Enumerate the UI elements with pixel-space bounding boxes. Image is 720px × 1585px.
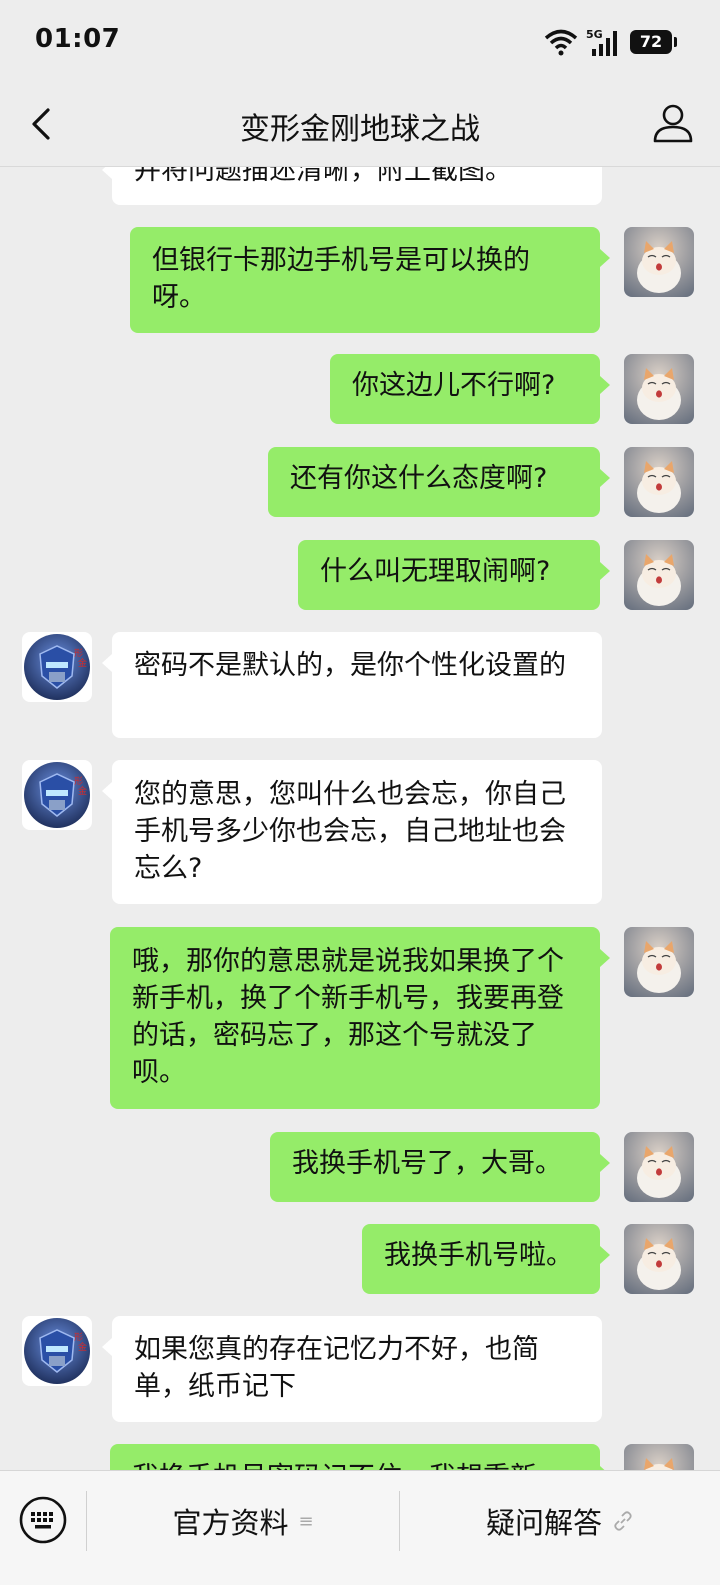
person-icon[interactable] (650, 100, 696, 146)
svg-text:形: 形 (74, 1331, 83, 1343)
avatar[interactable] (624, 1224, 694, 1294)
battery-icon: 72 (630, 30, 677, 54)
svg-text:形: 形 (74, 775, 83, 787)
message-bubble-outgoing[interactable]: 还有你这什么态度啊? (268, 447, 610, 517)
robot-avatar-icon: 形金 (22, 1316, 92, 1386)
keyboard-icon[interactable] (18, 1495, 68, 1545)
cat-avatar-icon (624, 927, 694, 997)
avatar[interactable]: 形金 (22, 1316, 92, 1386)
robot-avatar-icon: 形金 (22, 632, 92, 702)
avatar[interactable]: 形金 (22, 632, 92, 702)
status-icons: 5G 72 (544, 26, 677, 58)
menu-lines-icon: ≡ (298, 1510, 314, 1532)
avatar[interactable] (624, 354, 694, 424)
message-bubble-outgoing[interactable]: 我换手机号了，大哥。 (270, 1132, 610, 1202)
message-bubble-incoming[interactable]: 您的意思，您叫什么也会忘，你自己手机号多少你也会忘，自己地址也会忘么? (102, 760, 602, 904)
menu-faq-label: 疑问解答 (485, 1506, 602, 1540)
wifi-icon (544, 29, 578, 56)
network-label: 5G (586, 28, 603, 41)
menu-official-info[interactable]: 官方资料 ≡ (87, 1489, 399, 1553)
svg-text:金: 金 (78, 657, 87, 669)
cat-avatar-icon (624, 227, 694, 297)
message-bubble-incoming[interactable]: 如果您真的存在记忆力不好，也简单，纸币记下 (102, 1316, 602, 1422)
status-bar: 01:07 5G 72 (0, 0, 720, 84)
message-bubble-outgoing[interactable]: 哦，那你的意思就是说我如果换了个新手机，换了个新手机号，我要再登的话，密码忘了，… (110, 927, 610, 1109)
svg-text:金: 金 (78, 785, 87, 797)
message-bubble-outgoing[interactable]: 你这边儿不行啊? (330, 354, 610, 424)
signal-5g-icon: 5G (586, 28, 617, 56)
cat-avatar-icon (624, 540, 694, 610)
message-bubble-incoming[interactable]: 并将问题描述清晰，附上截图。 (102, 167, 602, 205)
link-icon (614, 1511, 632, 1531)
avatar[interactable] (624, 227, 694, 297)
message-list[interactable]: 并将问题描述清晰，附上截图。 但银行卡那边手机号是可以换的呀。 你这边儿不行啊?… (0, 167, 720, 1483)
menu-official-info-label: 官方资料 (172, 1506, 289, 1540)
avatar[interactable] (624, 447, 694, 517)
message-bubble-outgoing[interactable]: 我换手机号啦。 (362, 1224, 610, 1294)
menu-faq[interactable]: 疑问解答 (400, 1489, 720, 1553)
status-time: 01:07 (35, 24, 121, 54)
svg-text:形: 形 (74, 647, 83, 659)
avatar[interactable]: 形金 (22, 760, 92, 830)
message-bubble-outgoing[interactable]: 但银行卡那边手机号是可以换的呀。 (130, 227, 610, 333)
avatar[interactable] (624, 927, 694, 997)
message-bubble-incoming[interactable]: 密码不是默认的，是你个性化设置的 (102, 632, 602, 738)
avatar[interactable] (624, 1132, 694, 1202)
avatar[interactable] (624, 540, 694, 610)
message-bubble-outgoing[interactable]: 什么叫无理取闹啊? (298, 540, 610, 610)
cat-avatar-icon (624, 1224, 694, 1294)
service-menu-bar: 官方资料 ≡ 疑问解答 (0, 1470, 720, 1585)
cat-avatar-icon (624, 447, 694, 517)
robot-avatar-icon: 形金 (22, 760, 92, 830)
chat-header: 变形金刚地球之战 (0, 84, 720, 167)
battery-level: 72 (639, 32, 663, 51)
svg-text:金: 金 (78, 1341, 87, 1353)
cat-avatar-icon (624, 1132, 694, 1202)
cat-avatar-icon (624, 354, 694, 424)
chat-title: 变形金刚地球之战 (240, 112, 480, 147)
